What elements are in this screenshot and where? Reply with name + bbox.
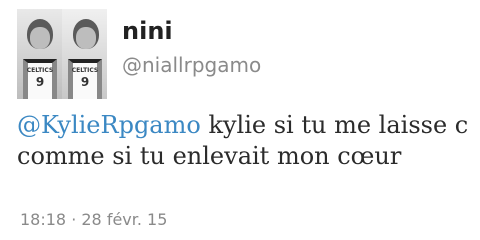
author-name[interactable]: nini: [122, 17, 173, 45]
avatar-right-jersey-text: CELTICS: [71, 67, 99, 74]
avatar-right-jersey-number: 9: [80, 75, 90, 89]
avatar-right-face: [76, 27, 96, 49]
tweet-date: 28 févr. 15: [81, 210, 168, 229]
author-handle[interactable]: @niallrpgamo: [122, 53, 261, 77]
tweet-time: 18:18: [20, 210, 67, 229]
tweet-text: @KylieRpgamo kylie si tu me laisse c com…: [17, 110, 477, 172]
avatar[interactable]: CELTICS CELTICS 9 9: [17, 9, 107, 99]
meta-separator: ·: [66, 210, 82, 229]
tweet-timestamp[interactable]: 18:18 · 28 févr. 15: [20, 210, 167, 230]
mention-link[interactable]: @KylieRpgamo: [17, 111, 201, 139]
avatar-left-jersey-text: CELTICS: [26, 67, 54, 74]
tweet-card: CELTICS CELTICS 9 9 nini @niallrpgamo @K…: [0, 0, 480, 240]
avatar-left-jersey-number: 9: [35, 75, 45, 89]
avatar-left-face: [30, 27, 50, 49]
